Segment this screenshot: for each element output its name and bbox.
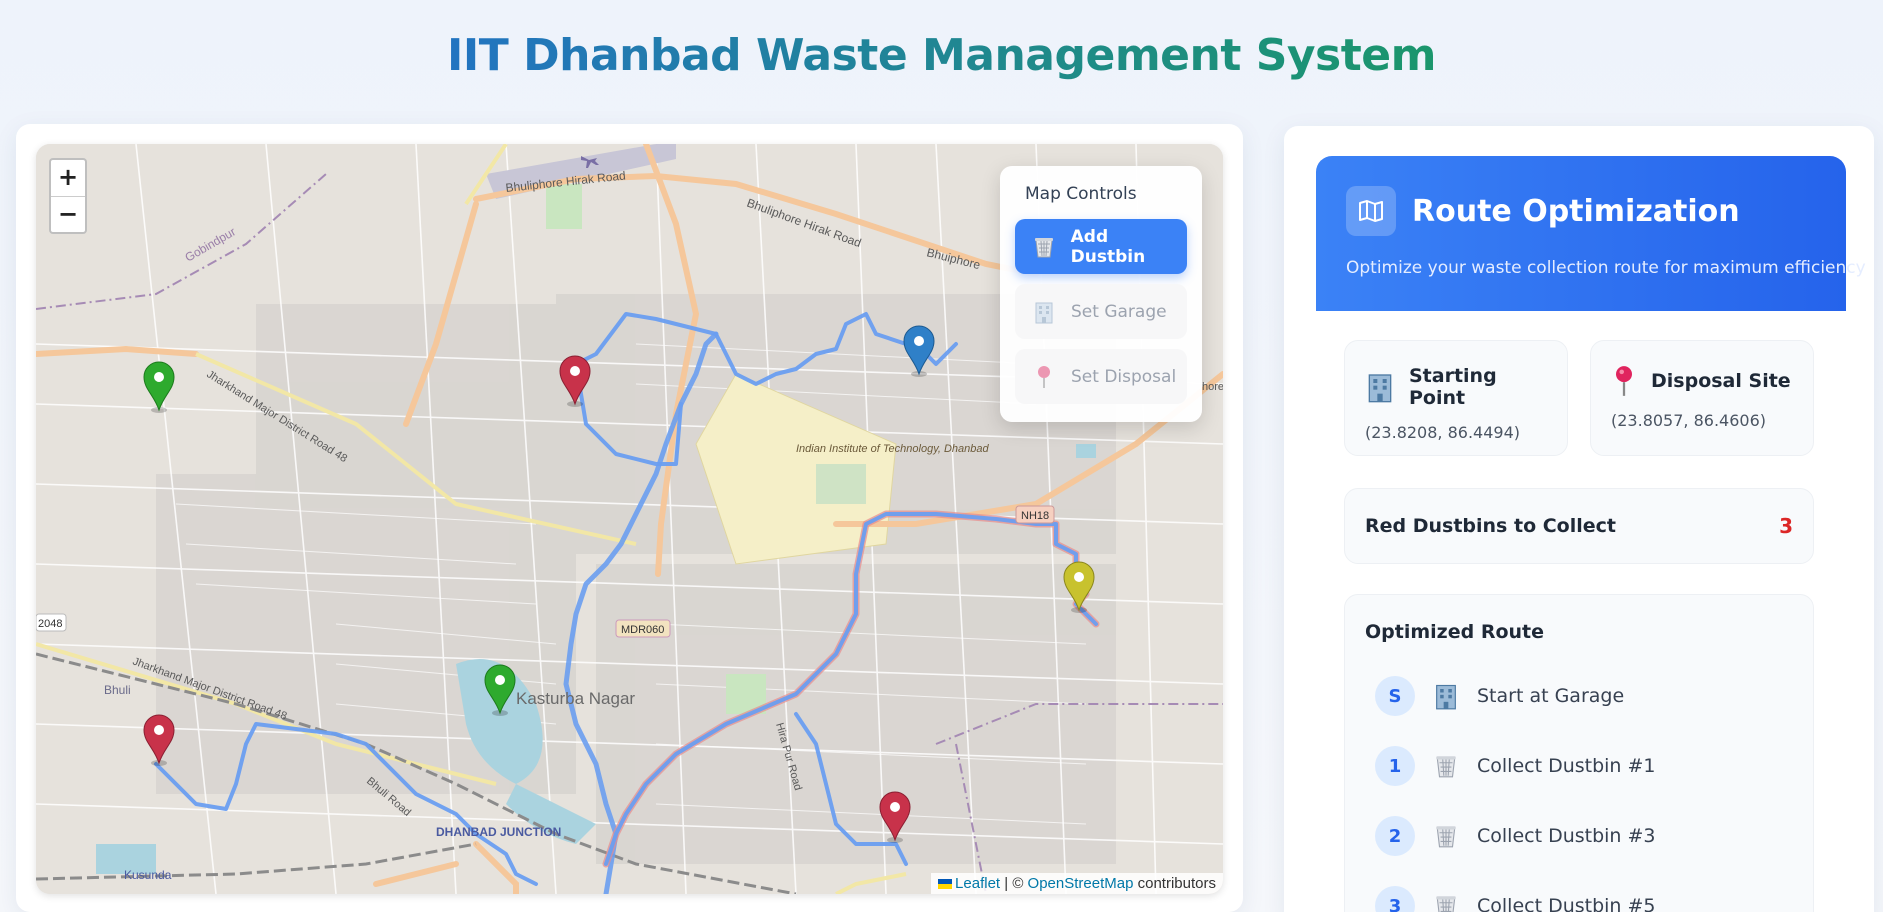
step-badge: S — [1375, 676, 1415, 716]
wastebasket-icon — [1431, 893, 1461, 912]
route-subtitle: Optimize your waste collection route for… — [1346, 258, 1866, 278]
map-label-iit: Indian Institute of Technology, Dhanbad — [796, 443, 990, 455]
building-icon — [1031, 299, 1057, 325]
step-label: Start at Garage — [1477, 685, 1625, 707]
set-disposal-label: Set Disposal — [1071, 366, 1177, 387]
starting-point-card: Starting Point (23.8208, 86.4494) — [1344, 340, 1568, 456]
red-dustbin-count-card: Red Dustbins to Collect 3 — [1344, 488, 1814, 564]
optimized-route-title: Optimized Route — [1365, 621, 1544, 643]
red-dustbin-count-label: Red Dustbins to Collect — [1365, 515, 1616, 537]
set-disposal-button[interactable]: Set Disposal — [1015, 349, 1187, 404]
ukraine-flag-icon — [938, 879, 953, 889]
building-icon — [1365, 371, 1395, 403]
map-label-shield: MDR060 — [621, 624, 664, 636]
route-header: Route Optimization Optimize your waste c… — [1316, 156, 1866, 311]
osm-link[interactable]: OpenStreetMap — [1028, 875, 1134, 892]
building-icon — [1431, 682, 1461, 710]
add-dustbin-label: Add Dustbin — [1070, 226, 1146, 267]
map[interactable]: Bhuliphore Hirak Road Bhuliphore Hirak R… — [36, 144, 1223, 894]
leaflet-link[interactable]: Leaflet — [955, 875, 1000, 892]
page-title: IIT Dhanbad Waste Management System — [0, 30, 1883, 81]
optimized-route-card: Optimized Route S Start at Garage 1 Coll… — [1344, 594, 1814, 912]
step-label: Collect Dustbin #1 — [1477, 755, 1656, 777]
starting-point-value: (23.8208, 86.4494) — [1365, 423, 1520, 442]
green-dustbin-marker[interactable] — [142, 361, 176, 413]
map-controls-panel: Map Controls Add Dustbin Set Garage Set … — [1000, 166, 1202, 422]
map-icon — [1346, 186, 1396, 236]
disposal-site-value: (23.8057, 86.4606) — [1611, 411, 1766, 430]
route-step: 3 Collect Dustbin #5 — [1365, 871, 1793, 912]
starting-point-label: Starting Point — [1409, 365, 1497, 409]
zoom-control: + − — [49, 158, 87, 234]
step-badge: 1 — [1375, 746, 1415, 786]
route-step: 1 Collect Dustbin #1 — [1365, 731, 1793, 801]
route-panel: Route Optimization Optimize your waste c… — [1284, 126, 1874, 912]
red-dustbin-marker[interactable] — [558, 355, 592, 407]
set-garage-button[interactable]: Set Garage — [1015, 284, 1187, 339]
wastebasket-icon — [1431, 753, 1461, 779]
zoom-in-button[interactable]: + — [51, 160, 85, 196]
route-step: S Start at Garage — [1365, 661, 1793, 731]
map-label-place: Kusunda — [124, 868, 172, 882]
route-title: Route Optimization — [1412, 193, 1740, 229]
red-dustbin-marker[interactable] — [878, 791, 912, 843]
route-step: 2 Collect Dustbin #3 — [1365, 801, 1793, 871]
step-label: Collect Dustbin #3 — [1477, 825, 1656, 847]
map-card: Bhuliphore Hirak Road Bhuliphore Hirak R… — [16, 124, 1243, 912]
map-label-place: Kasturba Nagar — [516, 689, 635, 708]
pushpin-icon — [1031, 364, 1057, 390]
map-label-road: hore — [1202, 381, 1223, 393]
map-attribution: Leaflet | © OpenStreetMap contributors — [931, 873, 1223, 894]
red-dustbin-marker[interactable] — [142, 714, 176, 766]
step-badge: 2 — [1375, 816, 1415, 856]
map-label-shield: 2048 — [38, 618, 62, 630]
attribution-suffix: contributors — [1133, 875, 1216, 892]
step-label: Collect Dustbin #5 — [1477, 895, 1656, 912]
red-dustbin-count-value: 3 — [1779, 514, 1793, 538]
zoom-out-button[interactable]: − — [51, 196, 85, 232]
disposal-site-card: Disposal Site (23.8057, 86.4606) — [1590, 340, 1814, 456]
garage-marker[interactable] — [902, 325, 936, 377]
set-garage-label: Set Garage — [1071, 301, 1167, 322]
map-controls-title: Map Controls — [1025, 184, 1137, 204]
attribution-separator: | © — [1000, 875, 1028, 892]
disposal-site-label: Disposal Site — [1651, 370, 1791, 392]
green-dustbin-marker[interactable] — [483, 664, 517, 716]
pushpin-icon — [1611, 365, 1637, 397]
wastebasket-icon — [1031, 234, 1057, 260]
map-label-shield: NH18 — [1021, 510, 1049, 522]
yellow-dustbin-marker[interactable] — [1062, 561, 1096, 613]
map-label-place: DHANBAD JUNCTION — [436, 825, 561, 839]
step-badge: 3 — [1375, 886, 1415, 912]
add-dustbin-button[interactable]: Add Dustbin — [1015, 219, 1187, 274]
wastebasket-icon — [1431, 823, 1461, 849]
map-label-place: Bhuli — [104, 683, 131, 697]
